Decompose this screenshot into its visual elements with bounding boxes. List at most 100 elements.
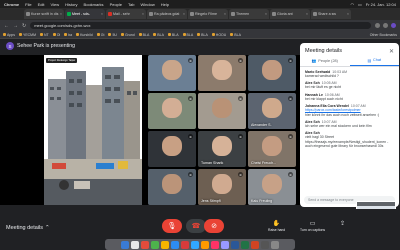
camera-off-button[interactable]: ⊘ <box>204 219 224 233</box>
close-tab-icon[interactable]: × <box>306 12 308 16</box>
premiere-icon[interactable] <box>221 240 229 249</box>
app-icon[interactable] <box>171 240 179 249</box>
message-text: vielt hagl 30 Street https://theaajs.my/… <box>305 135 389 149</box>
extension-icon[interactable] <box>383 23 388 28</box>
captions-button[interactable]: ▭ Turn on captions <box>300 220 325 232</box>
excel-icon[interactable] <box>241 240 249 249</box>
close-tab-icon[interactable]: × <box>224 12 226 16</box>
close-tab-icon[interactable]: × <box>347 12 349 16</box>
photoshop-icon[interactable] <box>191 240 199 249</box>
bookmark[interactable]: Kursbild <box>76 33 93 37</box>
participant-tile[interactable]: ⊘ <box>148 55 196 91</box>
bookmark[interactable]: HOOU <box>211 33 226 37</box>
present-now-button[interactable]: ⇪ <box>340 220 345 227</box>
bookmark[interactable]: ba <box>64 33 72 37</box>
clock[interactable]: Fr 24. Jan. 12:04 <box>366 2 396 7</box>
meeting-details-button[interactable]: Meeting details ⌃ <box>6 225 50 231</box>
menu-edit[interactable]: Edit <box>38 2 45 7</box>
bookmark[interactable]: BLA <box>197 33 208 37</box>
bookmark[interactable]: Ol <box>52 33 60 37</box>
browser-tab-active[interactable]: Meet - sds- × <box>65 9 105 19</box>
close-tab-icon[interactable]: × <box>142 12 144 16</box>
forward-icon[interactable]: → <box>13 23 18 29</box>
bookmark[interactable]: BLA <box>153 33 164 37</box>
menu-bookmarks[interactable]: Bookmarks <box>84 2 104 7</box>
menu-file[interactable]: File <box>25 2 31 7</box>
menu-help[interactable]: Help <box>161 2 169 7</box>
profile-avatar[interactable] <box>391 23 396 28</box>
bookmark[interactable]: BLA <box>230 33 241 37</box>
app-name[interactable]: Chrome <box>4 2 19 7</box>
browser-tab[interactable]: Ra pädeos gdat × <box>147 9 187 19</box>
back-icon[interactable]: ← <box>4 23 9 29</box>
meeting-details-panel: Meeting details ✕ 👥 People (28) ▤ Chat Mar… <box>300 43 399 207</box>
address-bar[interactable]: meet.google.com/sds-gxhn-wcx <box>30 22 371 29</box>
hangup-button[interactable]: ☎ <box>186 219 206 233</box>
participant-tile[interactable]: ⊘ Chelsi Freuch... <box>248 131 296 167</box>
participant-tile[interactable]: ⊘ Jens Stimpfl <box>198 169 246 205</box>
finder-icon[interactable] <box>121 240 129 249</box>
close-tab-icon[interactable]: × <box>60 12 62 16</box>
participant-tile[interactable]: ⊘ <box>148 169 196 205</box>
app-icon[interactable] <box>151 240 159 249</box>
illustrator-icon[interactable] <box>201 240 209 249</box>
bookmark[interactable]: BLA <box>182 33 193 37</box>
menu-window[interactable]: Window <box>140 2 154 7</box>
menu-tab[interactable]: Tab <box>128 2 134 7</box>
tab-people-label: People (28) <box>318 58 338 63</box>
trash-icon[interactable] <box>271 240 279 249</box>
tab-chat[interactable]: ▤ Chat <box>349 55 399 66</box>
menu-history[interactable]: History <box>65 2 77 7</box>
participant-tile[interactable]: ⊘ <box>248 55 296 91</box>
app-icon[interactable] <box>141 240 149 249</box>
chrome-icon[interactable] <box>161 240 169 249</box>
close-icon[interactable]: ✕ <box>389 48 394 55</box>
bookmark[interactable]: NT <box>40 33 49 37</box>
app-icon[interactable] <box>261 240 269 249</box>
other-bookmarks[interactable]: Other Bookmarks <box>370 33 397 37</box>
browser-tab[interactable]: Themen × <box>229 9 269 19</box>
close-tab-icon[interactable]: × <box>183 12 185 16</box>
browser-tab[interactable]: Gloria ant × <box>270 9 310 19</box>
indesign-icon[interactable] <box>211 240 219 249</box>
bookmark[interactable]: BLA <box>167 33 179 37</box>
bookmark[interactable]: Gt <box>96 33 104 37</box>
bookmark[interactable]: Grund <box>120 33 135 37</box>
mic-off-button[interactable]: 🎙 <box>162 219 182 233</box>
menu-people[interactable]: People <box>110 2 122 7</box>
participant-tile[interactable]: ⊘ Tuman Sharik <box>198 131 246 167</box>
participant-tile[interactable]: ⊘ <box>148 93 196 129</box>
tab-label: Gloria ant <box>277 12 293 16</box>
participant-tile[interactable]: ⊘ Kaiu Freuling <box>248 169 296 205</box>
raise-hand-button[interactable]: ✋ Raise hand <box>268 220 285 232</box>
tab-people[interactable]: 👥 People (28) <box>300 55 350 66</box>
acrobat-icon[interactable] <box>181 240 189 249</box>
menu-view[interactable]: View <box>50 2 59 7</box>
close-tab-icon[interactable]: × <box>101 12 103 16</box>
folder-icon <box>96 33 100 36</box>
extension-icon[interactable] <box>375 23 380 28</box>
bookmark[interactable]: YECMM <box>18 33 36 37</box>
battery-icon[interactable]: ▭ <box>358 2 362 7</box>
browser-tab[interactable]: Ringelo Filme × <box>188 9 228 19</box>
bookmark[interactable]: 5U <box>108 33 117 37</box>
wifi-icon[interactable]: ◠ <box>350 2 354 7</box>
browser-tab[interactable]: Mail - sehr × <box>106 9 146 19</box>
word-icon[interactable] <box>231 240 239 249</box>
bookmark[interactable]: BLA <box>138 33 149 37</box>
bookmark[interactable]: Apps <box>3 33 15 37</box>
participant-tile[interactable]: ⊘ <box>198 93 246 129</box>
browser-tab[interactable]: Share a sw × <box>311 9 351 19</box>
participant-tile[interactable]: ⊘ <box>198 55 246 91</box>
panel-tabs: 👥 People (28) ▤ Chat <box>300 55 399 67</box>
powerpoint-icon[interactable] <box>251 240 259 249</box>
participant-tile[interactable]: ⊘ <box>148 131 196 167</box>
folder-icon <box>167 33 171 36</box>
browser-tab[interactable]: Kurze scrift in dis × <box>24 9 64 19</box>
participant-video <box>262 98 282 118</box>
close-tab-icon[interactable]: × <box>265 12 267 16</box>
launchpad-icon[interactable] <box>131 240 139 249</box>
muted-mic-icon: ⊘ <box>188 134 193 139</box>
participant-tile[interactable]: ⊘ Alexander S. <box>248 93 296 129</box>
reload-icon[interactable]: ↻ <box>22 23 26 29</box>
